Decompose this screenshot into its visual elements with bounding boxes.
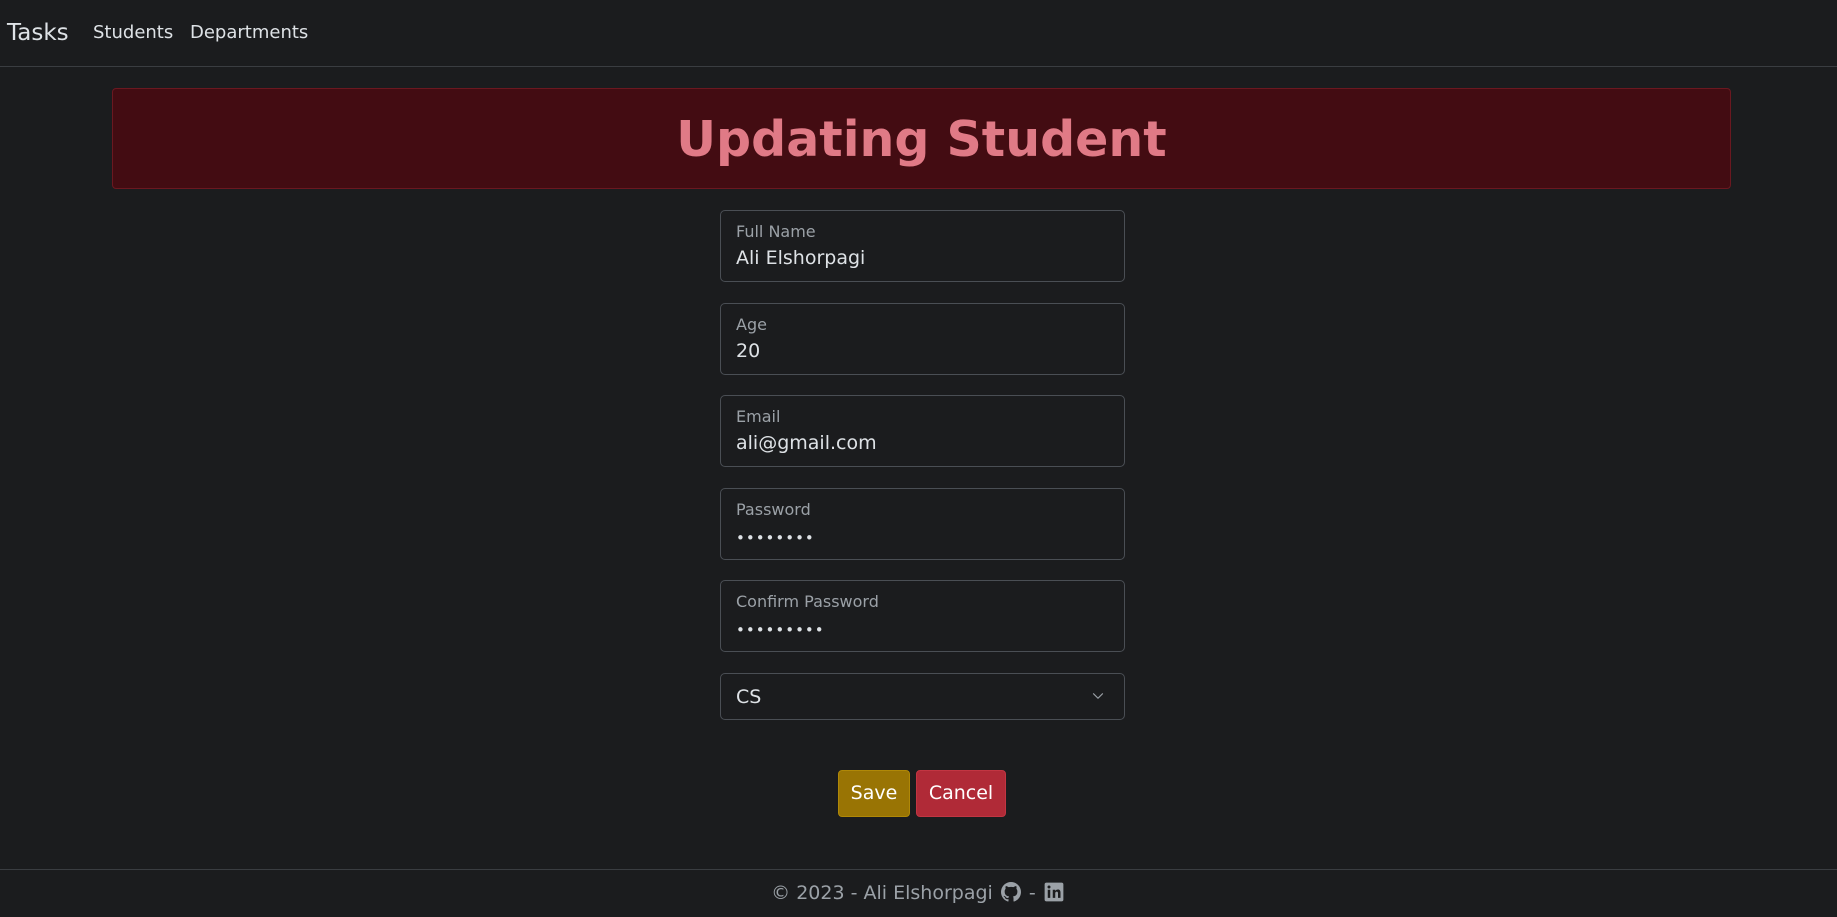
save-button[interactable]: Save — [838, 770, 910, 817]
password-field[interactable]: Password •••••••• — [720, 488, 1125, 560]
nav-link-students[interactable]: Students — [93, 22, 173, 44]
password-input[interactable]: •••••••• — [736, 527, 1106, 549]
footer-copyright: © 2023 - Ali Elshorpagi — [771, 882, 993, 904]
brand-link[interactable]: Tasks — [7, 19, 69, 47]
confirm-password-input[interactable]: ••••••••• — [736, 619, 1106, 641]
age-label: Age — [736, 315, 767, 334]
confirm-password-field[interactable]: Confirm Password ••••••••• — [720, 580, 1125, 652]
nav-link-departments[interactable]: Departments — [190, 22, 308, 44]
age-field[interactable]: Age 20 — [720, 303, 1125, 375]
page-header-alert: Updating Student — [112, 88, 1731, 189]
department-selected-value: CS — [736, 686, 762, 708]
age-input[interactable]: 20 — [736, 340, 1106, 362]
github-icon[interactable] — [1000, 881, 1021, 902]
department-select[interactable]: CS — [720, 673, 1125, 720]
confirm-password-label: Confirm Password — [736, 592, 879, 611]
email-label: Email — [736, 407, 781, 426]
email-input[interactable]: ali@gmail.com — [736, 432, 1106, 454]
page-title: Updating Student — [676, 111, 1167, 168]
footer: © 2023 - Ali Elshorpagi - — [0, 869, 1837, 917]
cancel-button[interactable]: Cancel — [916, 770, 1006, 817]
full-name-field[interactable]: Full Name Ali Elshorpagi — [720, 210, 1125, 282]
linkedin-icon[interactable] — [1044, 882, 1064, 902]
password-label: Password — [736, 500, 811, 519]
footer-separator: - — [1028, 882, 1036, 904]
chevron-down-icon — [1092, 693, 1104, 699]
full-name-input[interactable]: Ali Elshorpagi — [736, 247, 1106, 269]
full-name-label: Full Name — [736, 222, 816, 241]
email-field[interactable]: Email ali@gmail.com — [720, 395, 1125, 467]
navbar: Tasks Students Departments — [0, 0, 1837, 67]
